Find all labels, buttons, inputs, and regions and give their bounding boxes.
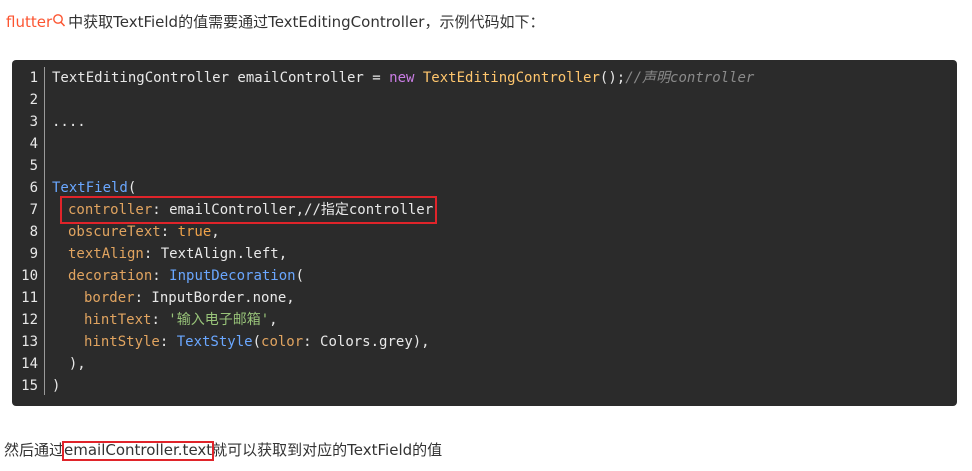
line-number: 1 (29, 70, 38, 86)
code-line: obscureText: true, (68, 224, 220, 240)
code-line: hintText: '输入电子邮箱', (84, 312, 278, 328)
code-line: textAlign: TextAlign.left, (68, 246, 288, 262)
intro-text: 中获取TextField的值需要通过TextEditingController，… (68, 13, 545, 31)
search-icon (53, 14, 66, 27)
line-number: 15 (21, 378, 38, 394)
controller-highlight-box (60, 196, 437, 224)
line-number-gutter: 1 2 3 4 5 6 7 8 9 10 11 12 13 14 15 (12, 67, 45, 395)
code-line: TextEditingController emailController = … (52, 70, 755, 86)
line-number: 8 (29, 224, 38, 240)
code-line: hintStyle: TextStyle(color: Colors.grey)… (84, 334, 430, 350)
code-line: ) (52, 378, 61, 394)
outro-text-after: 就可以获取到对应的TextField的值 (212, 441, 443, 459)
code-block: 1 2 3 4 5 6 7 8 9 10 11 12 13 14 15 Text… (12, 60, 957, 406)
line-number: 12 (21, 312, 38, 328)
inline-code-highlight-box (62, 441, 215, 461)
line-number: 2 (29, 92, 38, 108)
code-line: .... (52, 114, 86, 130)
line-number: 3 (29, 114, 38, 130)
outro-paragraph: 然后通过emailController.text 就可以获取到对应的TextFie… (4, 438, 442, 462)
line-number: 13 (21, 334, 38, 350)
intro-paragraph: flutter 中获取TextField的值需要通过TextEditingCont… (6, 10, 544, 34)
code-line: decoration: InputDecoration( (68, 268, 305, 284)
code-line: ), (52, 356, 86, 372)
line-number: 6 (29, 180, 38, 196)
line-number: 11 (21, 290, 38, 306)
line-number: 14 (21, 356, 38, 372)
inline-code: emailController.text (62, 441, 215, 461)
line-number: 7 (29, 202, 38, 218)
line-number: 4 (29, 136, 38, 152)
flutter-link[interactable]: flutter (6, 13, 68, 31)
code-line: border: InputBorder.none, (84, 290, 295, 306)
line-number: 10 (21, 268, 38, 284)
outro-text-before: 然后通过 (4, 441, 65, 459)
line-number: 9 (29, 246, 38, 262)
line-number: 5 (29, 158, 38, 174)
